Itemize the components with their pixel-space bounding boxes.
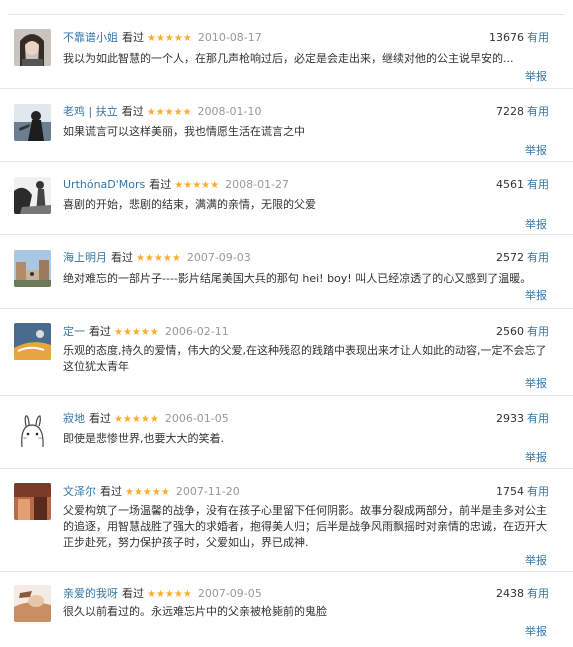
username-link[interactable]: 文泽尔	[63, 485, 96, 498]
vote-area: 2560 有用	[496, 325, 549, 339]
comment-date: 2010-08-17	[197, 31, 262, 44]
useful-button[interactable]: 有用	[527, 178, 549, 191]
vote-count: 2572	[496, 251, 524, 264]
vote-area: 2933 有用	[496, 412, 549, 426]
vote-area: 2438 有用	[496, 587, 549, 601]
watched-label: 看过	[100, 485, 122, 498]
watched-label: 看过	[122, 31, 144, 44]
report-link[interactable]: 举报	[525, 144, 547, 158]
avatar[interactable]	[14, 411, 51, 448]
username-link[interactable]: 不靠谱小姐	[63, 31, 118, 44]
vote-area: 1754 有用	[496, 485, 549, 499]
comment-date: 2007-11-20	[175, 485, 240, 498]
comment-date: 2006-02-11	[164, 325, 229, 338]
vote-area: 2572 有用	[496, 251, 549, 265]
watched-label: 看过	[121, 105, 144, 118]
watched-label: 看过	[149, 178, 172, 191]
watched-label: 看过	[122, 587, 144, 600]
vote-area: 13676 有用	[489, 31, 549, 45]
comment-text: 喜剧的开始，悲剧的结束，满满的亲情，无限的父爱	[63, 198, 316, 211]
username-link[interactable]: 定一	[63, 325, 85, 338]
report-link[interactable]: 举报	[525, 554, 547, 568]
rating-stars: ★★★★★	[147, 589, 192, 600]
avatar[interactable]	[14, 483, 51, 520]
useful-button[interactable]: 有用	[527, 31, 549, 44]
report-link[interactable]: 举报	[525, 70, 547, 84]
avatar[interactable]	[14, 323, 51, 360]
vote-count: 2933	[496, 412, 524, 425]
avatar[interactable]	[14, 177, 51, 214]
comment-item: 亲爱的我呀 看过 ★★★★★ 2007-09-05 2438 有用 很久以前看过的。永远…	[0, 572, 573, 647]
comment-date: 2008-01-10	[197, 105, 262, 118]
rating-stars: ★★★★★	[174, 180, 220, 191]
comment-date: 2007-09-03	[186, 251, 251, 264]
vote-area: 4561 有用	[496, 178, 549, 192]
comment-text: 如果谎言可以这样美丽，我也情愿生活在谎言之中	[63, 125, 305, 138]
watched-label: 看过	[89, 325, 111, 338]
vote-count: 2560	[496, 325, 524, 338]
comment-date: 2008-01-27	[225, 178, 290, 191]
report-link[interactable]: 举报	[525, 377, 547, 391]
avatar[interactable]	[14, 250, 51, 287]
rating-stars: ★★★★★	[114, 327, 159, 338]
username-link[interactable]: 老鸡 | 扶立	[63, 105, 118, 118]
report-link[interactable]: 举报	[525, 625, 547, 639]
report-link[interactable]: 举报	[525, 451, 547, 465]
rating-stars: ★★★★★	[114, 414, 159, 425]
watched-label: 看过	[89, 412, 111, 425]
useful-button[interactable]: 有用	[527, 485, 549, 498]
comment-meta: 不靠谱小姐 看过 ★★★★★ 2010-08-17	[63, 31, 553, 46]
report-link[interactable]: 举报	[525, 289, 547, 303]
useful-button[interactable]: 有用	[527, 587, 549, 600]
useful-button[interactable]: 有用	[527, 251, 549, 264]
avatar[interactable]	[14, 104, 51, 141]
comment-item: UrthónaD'Mors 看过 ★★★★★ 2008-01-27 4561 有用 喜剧…	[0, 162, 573, 235]
comment-meta: UrthónaD'Mors 看过 ★★★★★ 2008-01-27	[63, 178, 553, 193]
avatar[interactable]	[14, 585, 51, 622]
useful-button[interactable]: 有用	[527, 325, 549, 338]
comment-item: 文泽尔 看过 ★★★★★ 2007-11-20 1754 有用 父爱构筑了一场温馨的战争…	[0, 469, 573, 572]
username-link[interactable]: 寂地	[63, 412, 85, 425]
useful-button[interactable]: 有用	[527, 105, 549, 118]
vote-count: 13676	[489, 31, 524, 44]
comment-date: 2007-09-05	[197, 587, 262, 600]
comment-item: 寂地 看过 ★★★★★ 2006-01-05 2933 有用 即使是悲惨世界,也要大大的…	[0, 396, 573, 469]
comment-item: 海上明月 看过 ★★★★★ 2007-09-03 2572 有用 绝对难忘的一部片子--…	[0, 235, 573, 309]
comment-meta: 寂地 看过 ★★★★★ 2006-01-05	[63, 412, 553, 427]
avatar[interactable]	[14, 29, 51, 66]
comment-text: 很久以前看过的。永远难忘片中的父亲被枪毙前的鬼脸	[63, 605, 327, 618]
comment-meta: 亲爱的我呀 看过 ★★★★★ 2007-09-05	[63, 587, 553, 602]
comment-meta: 文泽尔 看过 ★★★★★ 2007-11-20	[63, 485, 553, 500]
vote-count: 2438	[496, 587, 524, 600]
useful-button[interactable]: 有用	[527, 412, 549, 425]
vote-count: 4561	[496, 178, 524, 191]
rating-stars: ★★★★★	[146, 107, 192, 118]
rating-stars: ★★★★★	[136, 253, 181, 264]
username-link[interactable]: 海上明月	[63, 251, 107, 264]
rating-stars: ★★★★★	[125, 487, 170, 498]
vote-area: 7228 有用	[496, 105, 549, 119]
username-link[interactable]: 亲爱的我呀	[63, 587, 118, 600]
comment-text: 我以为如此智慧的一个人，在那几声枪响过后，必定是会走出来，继续对他的公主说早安的…	[63, 52, 514, 65]
vote-count: 1754	[496, 485, 524, 498]
comment-text: 绝对难忘的一部片子----影片结尾美国大兵的那句 hei! boy! 叫人已经凉…	[63, 272, 532, 285]
comment-item: 老鸡 | 扶立 看过 ★★★★★ 2008-01-10 7228 有用 如果谎言可以这样…	[0, 89, 573, 162]
rating-stars: ★★★★★	[147, 33, 192, 44]
comment-text: 即使是悲惨世界,也要大大的笑着.	[63, 432, 224, 445]
comment-item: 定一 看过 ★★★★★ 2006-02-11 2560 有用 乐观的态度,持久的爱情，伟…	[0, 309, 573, 396]
comment-text: 父爱构筑了一场温馨的战争，没有在孩子心里留下任何阴影。故事分裂成两部分，前半是圭…	[63, 504, 547, 549]
watched-label: 看过	[111, 251, 133, 264]
comment-meta: 老鸡 | 扶立 看过 ★★★★★ 2008-01-10	[63, 105, 553, 120]
report-link[interactable]: 举报	[525, 218, 547, 232]
comment-text: 乐观的态度,持久的爱情，伟大的父爱,在这种残忍的践踏中表现出来才让人如此的动容,…	[63, 344, 547, 373]
comment-date: 2006-01-05	[164, 412, 229, 425]
vote-count: 7228	[496, 105, 524, 118]
comment-meta: 海上明月 看过 ★★★★★ 2007-09-03	[63, 251, 553, 266]
comment-meta: 定一 看过 ★★★★★ 2006-02-11	[63, 325, 553, 340]
comment-list: 不靠谱小姐 看过 ★★★★★ 2010-08-17 13676 有用 我以为如此智慧的一…	[0, 0, 573, 647]
username-link[interactable]: UrthónaD'Mors	[63, 178, 145, 191]
comment-item: 不靠谱小姐 看过 ★★★★★ 2010-08-17 13676 有用 我以为如此智慧的一…	[0, 15, 573, 89]
